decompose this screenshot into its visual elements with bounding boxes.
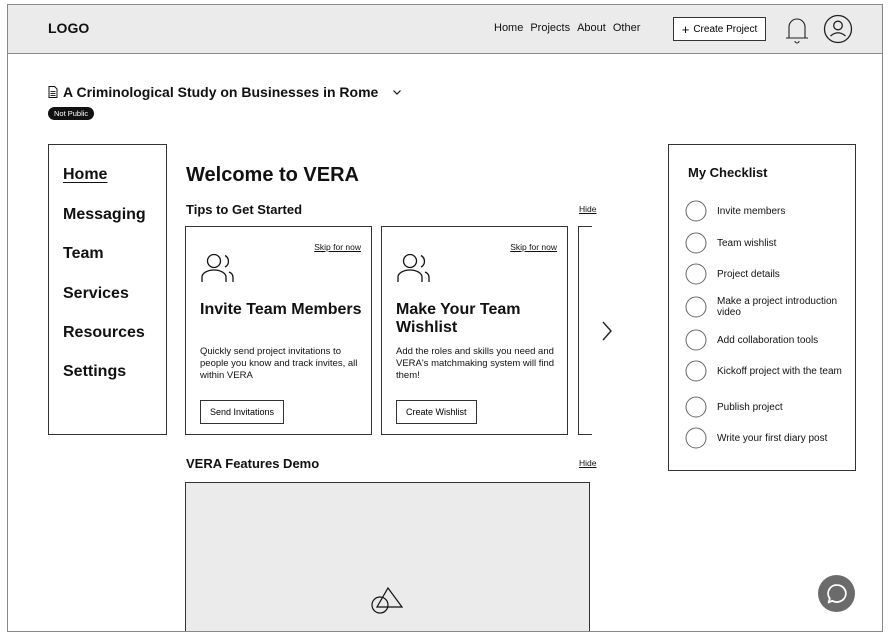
chevron-right-icon[interactable] (600, 320, 614, 342)
tips-section-title: Tips to Get Started (186, 202, 303, 217)
sidebar-item-team[interactable]: Team (63, 245, 104, 263)
page-title: Welcome to VERA (186, 164, 359, 186)
card-description: Add the roles and skills you need and VE… (396, 346, 555, 381)
checklist-title: My Checklist (688, 165, 768, 180)
sidebar-item-services[interactable]: Services (63, 285, 129, 303)
bell-icon[interactable] (785, 14, 809, 46)
checklist-item[interactable]: Project details (685, 263, 842, 285)
app-frame: LOGO Home Projects About Other + Create … (7, 4, 883, 632)
nav-other[interactable]: Other (613, 22, 641, 34)
circle-checkbox-icon[interactable] (685, 232, 707, 254)
checklist-item[interactable]: Write your first diary post (685, 427, 842, 449)
tip-card-invite: Skip for now Invite Team Members Quickly… (185, 226, 372, 435)
checklist-item[interactable]: Kickoff project with the team (685, 360, 842, 382)
checklist-item[interactable]: Team wishlist (685, 232, 842, 254)
user-circle-icon[interactable] (823, 14, 853, 44)
checklist-panel: My Checklist Invite members Team wishlis… (668, 144, 856, 471)
demo-section-title: VERA Features Demo (186, 456, 320, 471)
checklist-item[interactable]: Make a project introduction video (685, 296, 842, 318)
circle-checkbox-icon[interactable] (685, 427, 707, 449)
create-wishlist-button[interactable]: Create Wishlist (396, 400, 477, 424)
checklist-item-label: Invite members (717, 205, 786, 217)
top-bar: LOGO Home Projects About Other + Create … (8, 5, 882, 54)
sidebar-item-messaging[interactable]: Messaging (63, 206, 146, 224)
checklist-item-label: Write your first diary post (717, 432, 828, 444)
hide-tips-link[interactable]: Hide (579, 204, 596, 214)
create-project-button[interactable]: + Create Project (673, 17, 766, 41)
document-icon (48, 86, 58, 98)
tip-card-next-partial (578, 226, 592, 435)
hide-demo-link[interactable]: Hide (579, 458, 596, 468)
checklist-item[interactable]: Publish project (685, 396, 842, 418)
sidebar-item-home[interactable]: Home (63, 166, 107, 184)
checklist-item-label: Project details (717, 268, 780, 280)
circle-checkbox-icon[interactable] (685, 396, 707, 418)
plus-icon: + (681, 21, 690, 37)
people-icon (201, 253, 234, 282)
sidebar-nav: Home Messaging Team Services Resources S… (48, 144, 167, 435)
checklist-item[interactable]: Invite members (685, 200, 842, 222)
visibility-badge: Not Public (48, 107, 95, 120)
project-title-text: A Criminological Study on Businesses in … (63, 84, 379, 100)
tip-card-wishlist: Skip for now Make Your Team Wishlist Add… (381, 226, 568, 435)
shapes-icon (371, 586, 404, 614)
logo[interactable]: LOGO (48, 20, 89, 36)
circle-checkbox-icon[interactable] (685, 263, 707, 285)
skip-link[interactable]: Skip for now (314, 242, 361, 252)
circle-checkbox-icon[interactable] (685, 296, 707, 318)
circle-checkbox-icon[interactable] (685, 360, 707, 382)
circle-checkbox-icon[interactable] (685, 200, 707, 222)
people-icon (397, 253, 430, 282)
checklist-item-label: Add collaboration tools (717, 334, 819, 346)
send-invitations-button[interactable]: Send Invitations (200, 400, 285, 424)
chevron-down-icon[interactable] (391, 86, 403, 98)
checklist-item-label: Publish project (717, 401, 783, 413)
nav-home[interactable]: Home (494, 22, 523, 34)
skip-link[interactable]: Skip for now (510, 242, 557, 252)
sidebar-item-resources[interactable]: Resources (63, 324, 145, 342)
checklist-item-label: Make a project introduction video (717, 296, 838, 318)
project-title[interactable]: A Criminological Study on Businesses in … (48, 84, 403, 100)
circle-checkbox-icon[interactable] (685, 329, 707, 351)
demo-video-placeholder[interactable] (185, 482, 590, 631)
card-title: Invite Team Members (200, 301, 362, 318)
checklist-item-label: Kickoff project with the team (717, 365, 842, 377)
card-description: Quickly send project invitations to peop… (200, 346, 358, 381)
main-nav: Home Projects About Other (494, 22, 640, 34)
checklist-item[interactable]: Add collaboration tools (685, 329, 842, 351)
nav-projects[interactable]: Projects (530, 22, 570, 34)
nav-about[interactable]: About (577, 22, 606, 34)
sidebar-item-settings[interactable]: Settings (63, 363, 126, 381)
chat-button[interactable] (818, 575, 855, 612)
card-title: Make Your Team Wishlist (396, 301, 521, 336)
create-project-label: Create Project (693, 23, 758, 35)
checklist-item-label: Team wishlist (717, 237, 777, 249)
chat-bubble-icon (826, 583, 847, 603)
